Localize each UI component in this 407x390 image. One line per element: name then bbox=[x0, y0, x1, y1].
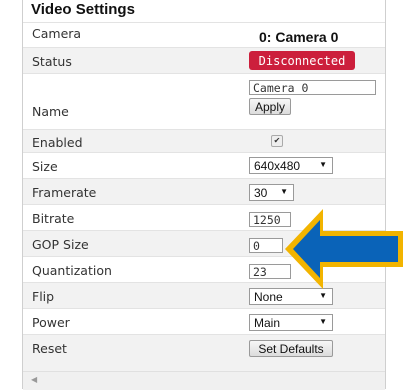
row-framerate: Framerate 30 ▼ bbox=[23, 178, 385, 204]
name-input[interactable] bbox=[249, 80, 376, 95]
horizontal-scrollbar[interactable]: ◀ bbox=[23, 371, 385, 390]
row-power: Power Main ▼ bbox=[23, 308, 385, 334]
power-selected-value: Main bbox=[254, 315, 281, 330]
power-select[interactable]: Main ▼ bbox=[249, 314, 333, 331]
chevron-down-icon: ▼ bbox=[319, 160, 327, 169]
apply-button[interactable]: Apply bbox=[249, 98, 291, 115]
panel-title: Video Settings bbox=[31, 1, 135, 18]
gop-size-label: GOP Size bbox=[32, 237, 89, 252]
size-select[interactable]: 640x480 ▼ bbox=[249, 157, 333, 174]
size-label: Size bbox=[32, 159, 58, 174]
power-label: Power bbox=[32, 315, 70, 330]
name-label: Name bbox=[32, 104, 69, 119]
gop-size-input[interactable] bbox=[249, 238, 283, 253]
chevron-down-icon: ▼ bbox=[280, 187, 288, 196]
row-reset: Reset Set Defaults bbox=[23, 334, 385, 371]
row-size: Size 640x480 ▼ bbox=[23, 152, 385, 178]
status-badge: Disconnected bbox=[249, 51, 355, 70]
row-status: Status Disconnected bbox=[23, 47, 385, 73]
framerate-selected-value: 30 bbox=[254, 185, 268, 200]
quantization-label: Quantization bbox=[32, 263, 112, 278]
scroll-left-icon[interactable]: ◀ bbox=[31, 375, 37, 384]
flip-label: Flip bbox=[32, 289, 55, 304]
enabled-checkbox[interactable]: ✔ bbox=[271, 135, 283, 147]
enabled-label: Enabled bbox=[32, 135, 83, 150]
set-defaults-button[interactable]: Set Defaults bbox=[249, 340, 333, 357]
row-name: Name Apply bbox=[23, 73, 385, 129]
chevron-down-icon: ▼ bbox=[319, 317, 327, 326]
video-settings-panel: Video Settings Camera 0: Camera 0 Status… bbox=[22, 0, 386, 390]
flip-selected-value: None bbox=[254, 289, 283, 304]
blue-arrow-icon bbox=[285, 209, 403, 289]
framerate-select[interactable]: 30 ▼ bbox=[249, 184, 294, 201]
row-enabled: Enabled ✔ bbox=[23, 129, 385, 152]
reset-label: Reset bbox=[32, 341, 67, 356]
row-camera: Camera 0: Camera 0 bbox=[23, 22, 385, 47]
size-selected-value: 640x480 bbox=[254, 158, 301, 173]
camera-label: Camera bbox=[32, 26, 82, 41]
status-label: Status bbox=[32, 54, 72, 69]
framerate-label: Framerate bbox=[32, 185, 97, 200]
bitrate-label: Bitrate bbox=[32, 211, 75, 226]
camera-value: 0: Camera 0 bbox=[259, 29, 339, 45]
